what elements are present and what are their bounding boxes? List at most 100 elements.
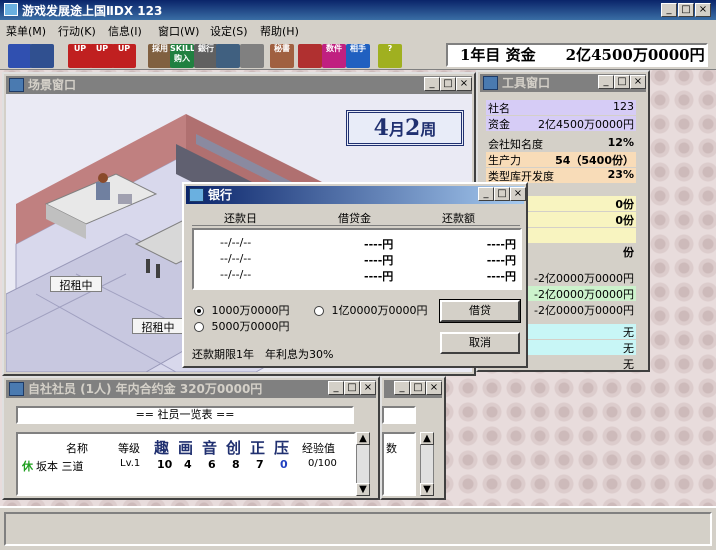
option-row-2[interactable]: 1亿0000万0000円 (314, 302, 428, 318)
maximize-icon[interactable]: □ (678, 3, 694, 17)
staff-list-header: == 社员一览表 == (16, 406, 354, 424)
bank-close-icon[interactable]: × (510, 187, 526, 201)
staff-close-icon[interactable]: × (360, 381, 376, 395)
menu-item-info[interactable]: 信息(I) (108, 23, 142, 39)
menu-bar: 菜单(M) 行动(K) 信息(I) 窗口(W) 设定(S) 帮助(H) (0, 20, 716, 40)
month-unit: 月 (388, 120, 405, 139)
date-week: 2 (405, 115, 421, 141)
second-scroll-down-icon[interactable]: ▼ (420, 483, 434, 496)
col-accuracy: 正 (250, 439, 266, 457)
tool-row-label: 资金 (488, 118, 510, 131)
menu-item-action[interactable]: 行动(K) (58, 23, 96, 39)
tool-row-value: 0份 (615, 214, 634, 227)
bank-dialog-titlebar: 银行 (186, 186, 524, 204)
col-sound: 音 (202, 439, 218, 457)
staff-scrollbar[interactable]: ▲ ▼ (356, 432, 370, 496)
table-cell: ----円 (364, 254, 394, 267)
data-icon[interactable]: 数件 (322, 44, 346, 68)
bank-dialog: 银行 _ □ × 还款日 借贷金 还款额 --/--/-- ----円 ----円 -… (182, 182, 528, 368)
staff-maximize-icon[interactable]: □ (344, 381, 360, 395)
vacancy-sign-1[interactable]: 招租中 (50, 276, 102, 292)
menu-item-menu[interactable]: 菜单(M) (6, 23, 46, 39)
cancel-button[interactable]: 取消 (440, 332, 520, 354)
bank-maximize-icon[interactable]: □ (494, 187, 510, 201)
tool-row-value: 无 (623, 326, 634, 339)
tool-minimize-icon[interactable]: _ (598, 75, 614, 89)
upgrade-icon[interactable]: UP (112, 44, 136, 68)
menu-item-settings[interactable]: 设定(S) (210, 23, 248, 39)
scroll-down-icon[interactable]: ▼ (356, 483, 370, 496)
radio-icon[interactable] (314, 306, 324, 316)
second-scroll-up-icon[interactable]: ▲ (420, 432, 434, 445)
table-cell: --/--/-- (220, 236, 252, 249)
table-cell: ----円 (364, 270, 394, 283)
table-row[interactable]: 休 坂本 三道 Lv.1 10 4 6 8 7 0 0/100 (20, 458, 340, 474)
scroll-up-icon[interactable]: ▲ (356, 432, 370, 445)
borrow-button[interactable]: 借贷 (439, 299, 521, 323)
tool-row-label: 生产力 (488, 154, 521, 167)
staff-stat-accuracy: 7 (256, 458, 264, 471)
option-label-1: 1000万0000円 (211, 304, 290, 317)
option-label-3: 5000万0000円 (211, 320, 290, 333)
bottom-panel (4, 512, 712, 546)
tool-close-icon[interactable]: × (630, 75, 646, 89)
scene-maximize-icon[interactable]: □ (440, 77, 456, 91)
bank-icon[interactable]: 銀行 (194, 44, 218, 68)
second-minimize-icon[interactable]: _ (394, 381, 410, 395)
staff-level: Lv.1 (120, 458, 141, 469)
help-icon[interactable]: ? (378, 44, 402, 68)
staff-stat-fun: 10 (157, 458, 173, 471)
scene-window-title: 场景窗口 (28, 78, 77, 92)
loan-terms: 还款期限1年 年利息为30% (192, 348, 334, 361)
tool-maximize-icon[interactable]: □ (614, 75, 630, 89)
menu-item-window[interactable]: 窗口(W) (158, 23, 199, 39)
second-scrollbar[interactable]: ▲ ▼ (420, 432, 434, 496)
staff-icon[interactable] (298, 44, 322, 68)
col-exp: 经验值 (302, 442, 335, 455)
upgrade-icon[interactable]: UP (68, 44, 92, 68)
col-name: 名称 (66, 442, 88, 455)
hire-icon[interactable]: 採用 (148, 44, 172, 68)
menu-item-help[interactable]: 帮助(H) (260, 23, 299, 39)
staff-minimize-icon[interactable]: _ (328, 381, 344, 395)
secretary-icon[interactable]: 秘書 (270, 44, 294, 68)
app-title-bar: 游戏发展途上国ⅡDX 123 _ □ × (0, 0, 716, 20)
skill-icon[interactable]: SKILL 购入 (170, 44, 195, 68)
vacancy-sign-2[interactable]: 招租中 (132, 318, 184, 334)
second-list-window: _ □ × 数 ▲ ▼ (380, 376, 446, 500)
option-row-3[interactable]: 5000万0000円 (194, 318, 290, 334)
close-icon[interactable]: × (695, 3, 711, 17)
controller-icon[interactable] (240, 44, 264, 68)
col-pressure: 压 (274, 439, 290, 457)
app-icon (4, 3, 18, 16)
second-list-header (382, 406, 416, 424)
building-icon[interactable] (30, 44, 54, 68)
minimize-icon[interactable]: _ (661, 3, 677, 17)
table-cell: ----円 (486, 254, 516, 267)
computer-icon[interactable] (216, 44, 240, 68)
radio-selected-icon[interactable] (194, 306, 204, 316)
staff-window: 自社社员 (1人) 年内合约金 320万0000円 _ □ × == 社员一览表… (2, 376, 380, 500)
tool-window-icon (483, 76, 498, 90)
second-maximize-icon[interactable]: □ (410, 381, 426, 395)
bank-minimize-icon[interactable]: _ (478, 187, 494, 201)
col-fun: 趣 (154, 439, 170, 457)
option-row-1[interactable]: 1000万0000円 (194, 302, 290, 318)
col-creativity: 创 (226, 439, 242, 457)
bank-dialog-title: 银行 (208, 188, 233, 202)
staff-stat-sound: 6 (208, 458, 216, 471)
second-close-icon[interactable]: × (426, 381, 442, 395)
tool-row: 资金 2亿4500万0000円 (486, 116, 636, 131)
table-cell: ----円 (364, 238, 394, 251)
week-unit: 周 (420, 120, 437, 139)
rival-icon[interactable]: 相手 (346, 44, 370, 68)
radio-icon[interactable] (194, 322, 204, 332)
scene-close-icon[interactable]: × (456, 77, 472, 91)
tool-row-value: 0份 (615, 198, 634, 211)
upgrade-icon[interactable]: UP (90, 44, 114, 68)
table-cell: --/--/-- (220, 252, 252, 265)
scene-minimize-icon[interactable]: _ (424, 77, 440, 91)
builder-icon[interactable] (8, 44, 32, 68)
tool-row: 类型库开发度 23% (486, 168, 636, 183)
bottom-bar (0, 506, 716, 550)
